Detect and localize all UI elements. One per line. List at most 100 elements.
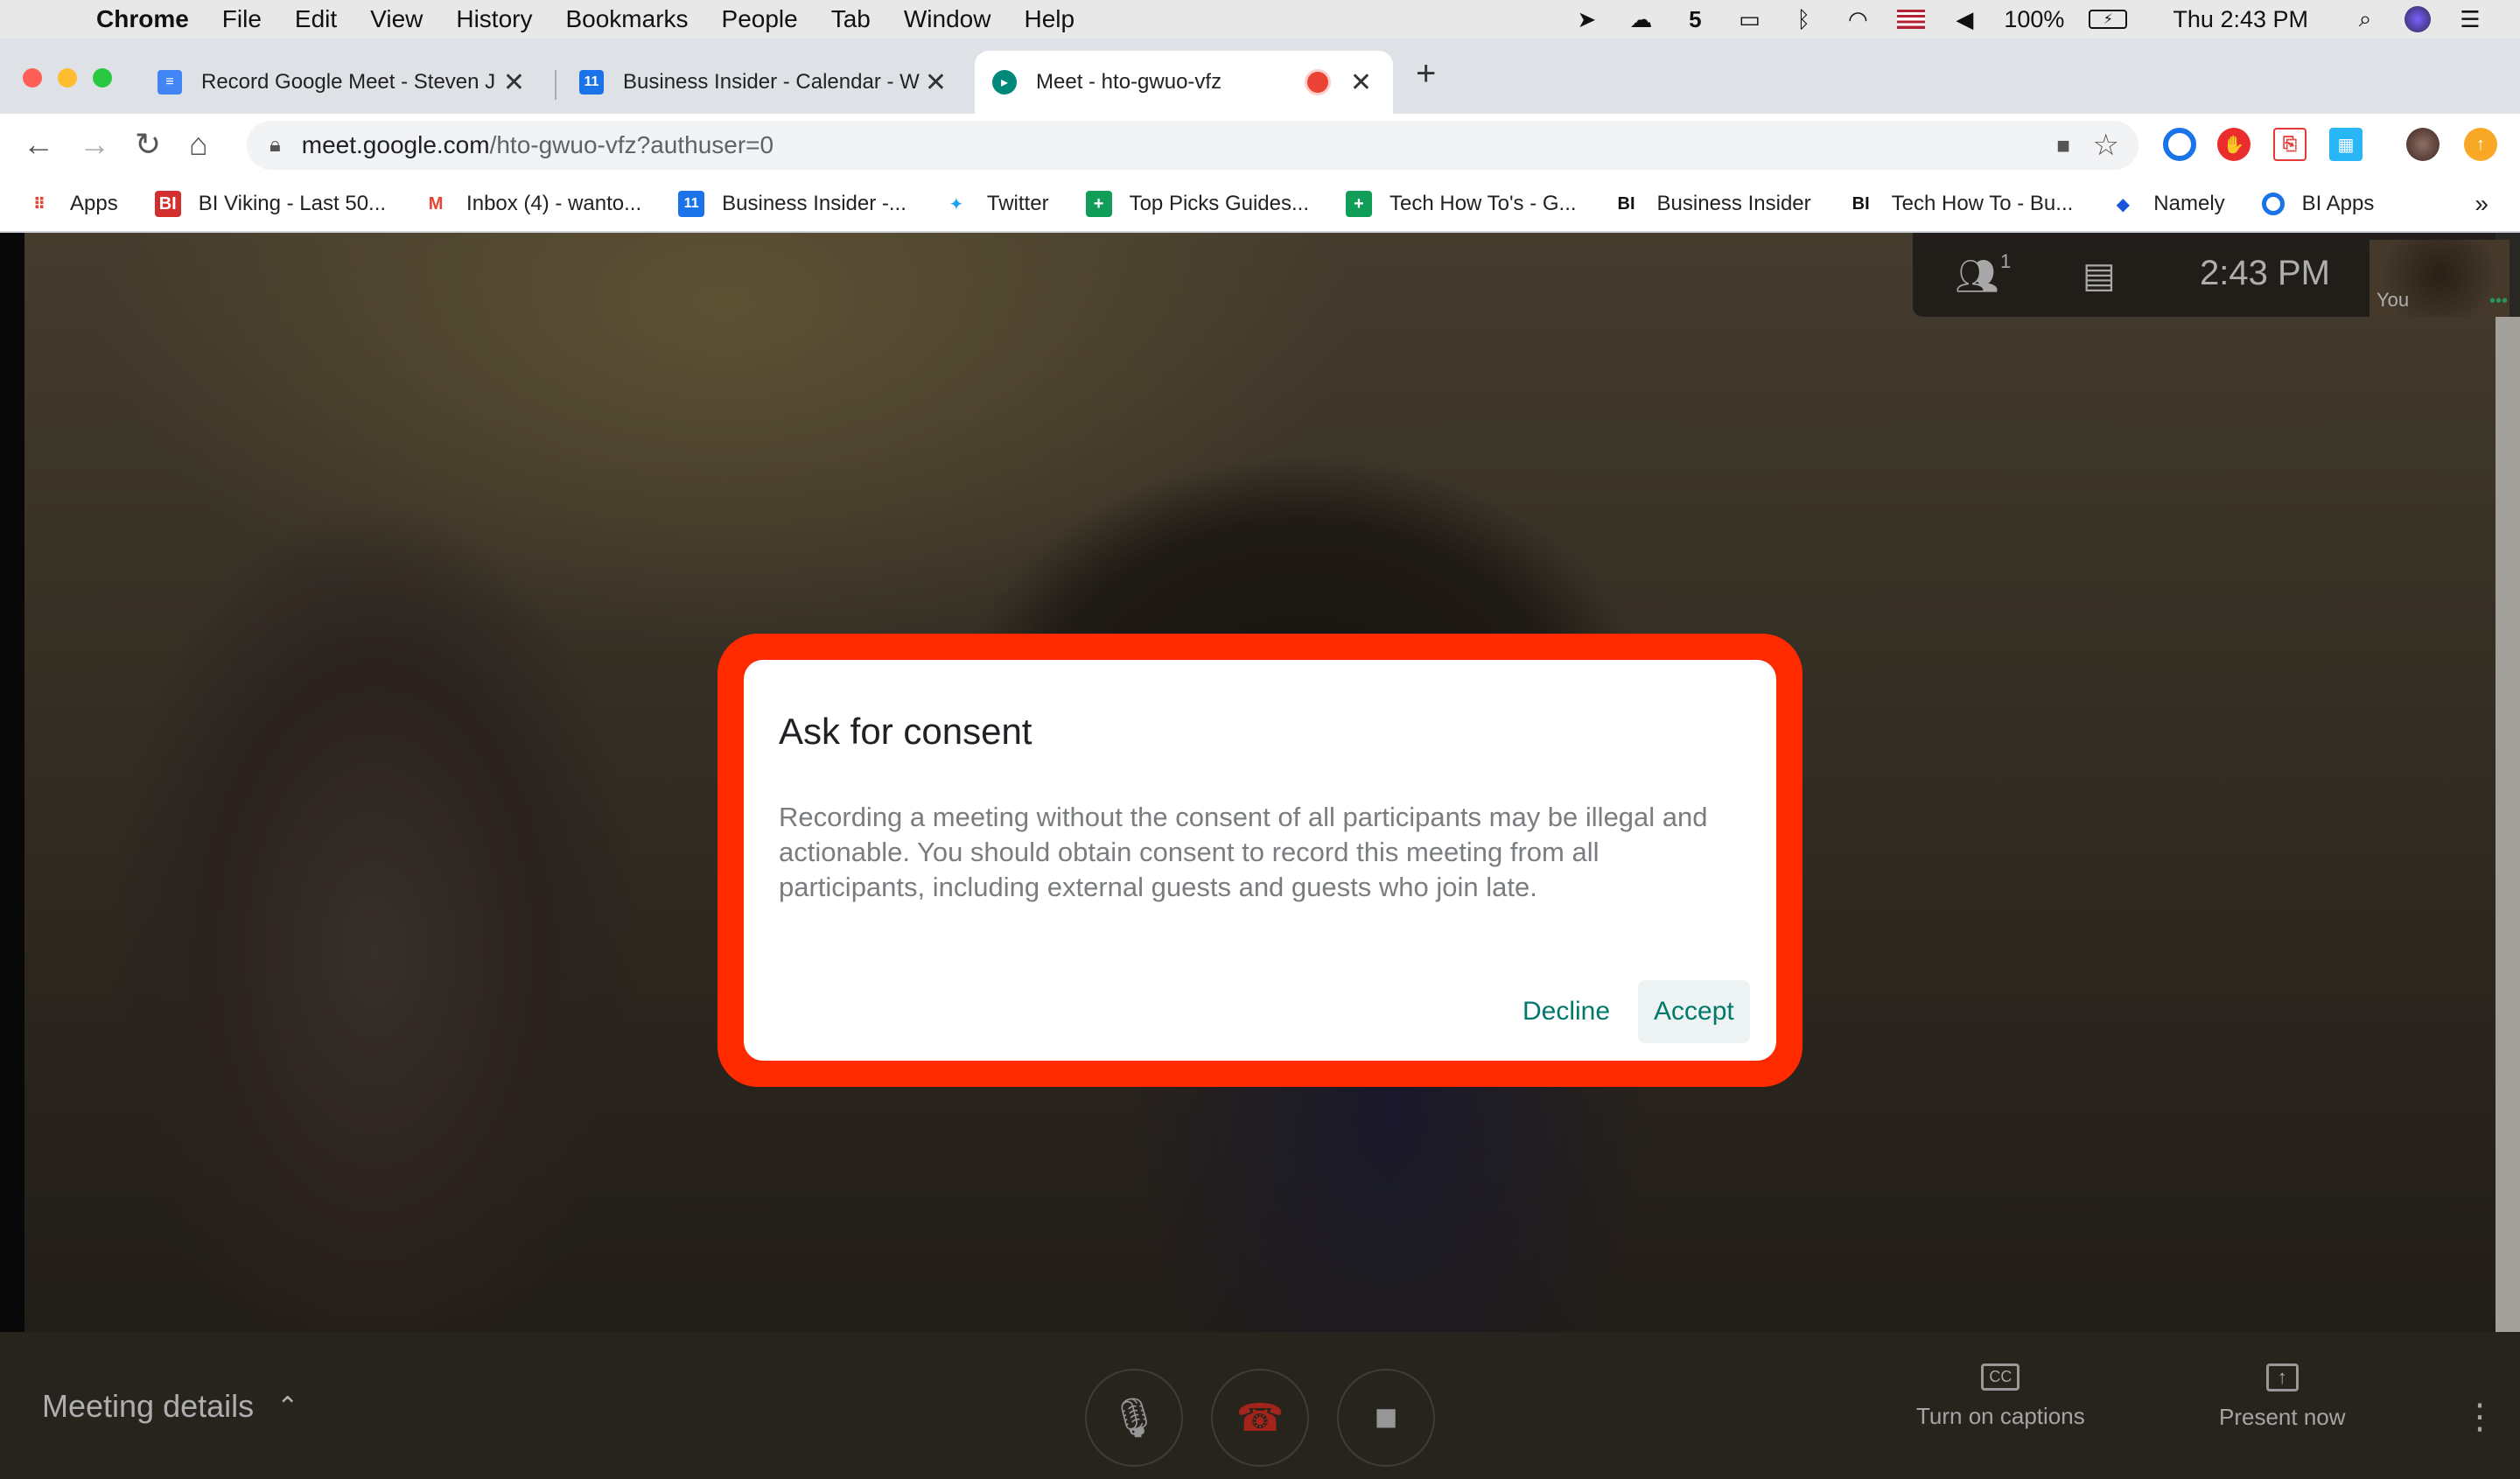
tab-separator xyxy=(555,70,556,100)
bookmark-apps[interactable]: ⠿ Apps xyxy=(26,191,118,217)
bookmark-label: Tech How To - Bu... xyxy=(1891,192,2074,215)
menu-chrome[interactable]: Chrome xyxy=(96,5,189,33)
twitter-icon: ✦ xyxy=(948,194,964,214)
siri-icon[interactable] xyxy=(2404,6,2431,32)
extension-red-shield-icon[interactable]: ✋ xyxy=(2217,128,2250,161)
bookmark-label: Business Insider xyxy=(1656,192,1811,215)
bookmark-label: Business Insider -... xyxy=(722,192,906,215)
lock-icon[interactable]: 🔒︎ xyxy=(270,133,281,158)
tab-business-insider-calendar[interactable]: 11 Business Insider - Calendar - W ✕ xyxy=(562,51,968,114)
close-window-button[interactable] xyxy=(23,68,42,88)
menu-history[interactable]: History xyxy=(456,5,532,33)
calendar-icon: 11 xyxy=(678,191,705,217)
profile-avatar[interactable] xyxy=(2406,128,2440,161)
tab-meet[interactable]: ▸ Meet - hto-gwuo-vfz ✕ xyxy=(975,51,1393,114)
minimize-window-button[interactable] xyxy=(58,68,77,88)
bi-logo-icon: BI xyxy=(1852,193,1870,214)
extension-pdf-icon[interactable]: ⎘ xyxy=(2273,128,2306,161)
recording-indicator-icon xyxy=(1307,72,1328,93)
docs-icon: ≡ xyxy=(158,70,182,95)
volume-icon[interactable]: ◀ xyxy=(1950,6,1979,32)
bookmark-top-picks[interactable]: + Top Picks Guides... xyxy=(1085,191,1309,217)
menu-view[interactable]: View xyxy=(370,5,423,33)
menubar-status-area: ➤ ☁ 5 ▭ ᛒ ◠ ◀ 100% ⚡ Thu 2:43 PM ⌕ ☰ xyxy=(1572,0,2485,39)
bookmark-label: Tech How To's - G... xyxy=(1390,192,1577,215)
home-icon[interactable]: ⌂ xyxy=(189,126,208,163)
menu-file[interactable]: File xyxy=(222,5,262,33)
battery-icon[interactable]: ⚡ xyxy=(2089,10,2128,29)
menubar-clock[interactable]: Thu 2:43 PM xyxy=(2173,6,2308,33)
spotlight-search-icon[interactable]: ⌕ xyxy=(2350,5,2380,32)
accept-button[interactable]: Accept xyxy=(1638,980,1750,1043)
zoom-window-button[interactable] xyxy=(93,68,112,88)
gmail-icon: M xyxy=(428,193,444,214)
address-bar[interactable]: 🔒︎ meet.google.com /hto-gwuo-vfz?authuse… xyxy=(247,121,2138,170)
dialog-title: Ask for consent xyxy=(779,711,1032,752)
bluetooth-icon[interactable]: ᛒ xyxy=(1788,6,1818,32)
bookmark-label: BI Apps xyxy=(2301,192,2375,215)
tab-record-google-meet[interactable]: ≡ Record Google Meet - Steven J ✕ xyxy=(140,51,546,114)
macos-menu-bar: Chrome File Edit View History Bookmarks … xyxy=(0,0,2520,39)
forward-arrow-icon[interactable]: → xyxy=(79,126,110,163)
close-icon[interactable]: ✕ xyxy=(925,67,947,98)
dialog-body: Recording a meeting without the consent … xyxy=(779,802,1708,902)
extension-window-icon[interactable]: ▦ xyxy=(2329,128,2362,161)
bookmark-tech-how-to-bi[interactable]: BI Tech How To - Bu... xyxy=(1848,191,2074,217)
screenflick-icon[interactable]: ➤ xyxy=(1572,6,1601,32)
url-path: /hto-gwuo-vfz?authuser=0 xyxy=(489,131,774,158)
bookmark-label: Namely xyxy=(2153,192,2225,215)
menu-tab[interactable]: Tab xyxy=(831,5,871,33)
close-icon[interactable]: ✕ xyxy=(503,67,525,98)
tab-title: Meet - hto-gwuo-vfz xyxy=(1036,70,1222,94)
calendar-icon: 11 xyxy=(579,70,604,95)
bookmark-bi-viking[interactable]: BI BI Viking - Last 50... xyxy=(154,191,386,217)
browser-toolbar: ← → ↻ ⌂ 🔒︎ meet.google.com /hto-gwuo-vfz… xyxy=(0,114,2520,177)
tab-title: Business Insider - Calendar - W xyxy=(623,70,920,94)
notification-center-icon[interactable]: ☰ xyxy=(2455,6,2485,32)
bookmark-bi-apps[interactable]: BI Apps xyxy=(2261,192,2375,216)
meet-icon: ▸ xyxy=(992,70,1017,95)
bookmark-tech-how-tos[interactable]: + Tech How To's - G... xyxy=(1346,191,1577,217)
airplay-icon[interactable]: ▭ xyxy=(1734,6,1764,32)
update-icon[interactable]: ↑ xyxy=(2464,128,2497,161)
sheets-icon: + xyxy=(1085,191,1112,217)
camera-permission-icon[interactable]: ■ xyxy=(2056,132,2070,159)
extension-blue-circle-icon[interactable] xyxy=(2163,128,2196,161)
decline-button[interactable]: Decline xyxy=(1507,980,1626,1043)
apps-grid-icon: ⠿ xyxy=(32,194,46,213)
bookmark-business-insider[interactable]: BI Business Insider xyxy=(1614,191,1811,217)
bookmarks-bar: ⠿ Apps BI BI Viking - Last 50... M Inbox… xyxy=(0,177,2520,233)
bookmark-label: Inbox (4) - wanto... xyxy=(466,192,642,215)
menu-window[interactable]: Window xyxy=(904,5,991,33)
bookmark-twitter[interactable]: ✦ Twitter xyxy=(943,191,1049,217)
bi-icon: BI xyxy=(154,191,181,217)
bi-apps-icon xyxy=(2261,193,2285,215)
bookmarks-overflow-chevron-icon[interactable]: » xyxy=(2474,190,2488,218)
bookmark-label: Top Picks Guides... xyxy=(1129,192,1309,215)
bookmark-business-insider-calendar[interactable]: 11 Business Insider -... xyxy=(678,191,906,217)
flag-icon[interactable] xyxy=(1897,10,1926,29)
battery-percent: 100% xyxy=(2004,5,2065,32)
tab-strip: ≡ Record Google Meet - Steven J ✕ 11 Bus… xyxy=(0,39,2520,114)
namely-icon: ◆ xyxy=(2116,194,2130,214)
consent-dialog: Ask for consent Recording a meeting with… xyxy=(744,660,1776,1061)
back-arrow-icon[interactable]: ← xyxy=(23,126,54,163)
close-icon[interactable]: ✕ xyxy=(1350,67,1372,98)
meet-call-area: 👥︎ 1 ▤ 2:43 PM You ••• Meeting details ⌃… xyxy=(0,233,2520,1479)
menu-people[interactable]: People xyxy=(722,5,798,33)
bookmark-namely[interactable]: ◆ Namely xyxy=(2110,191,2225,217)
bi-logo-icon: BI xyxy=(1617,193,1635,214)
five-icon[interactable]: 5 xyxy=(1680,6,1710,32)
menu-help[interactable]: Help xyxy=(1024,5,1074,33)
menu-edit[interactable]: Edit xyxy=(295,5,337,33)
bookmark-inbox[interactable]: M Inbox (4) - wanto... xyxy=(423,191,641,217)
cloud-icon[interactable]: ☁ xyxy=(1626,6,1656,32)
new-tab-button[interactable]: + xyxy=(1416,54,1436,94)
tab-title: Record Google Meet - Steven J xyxy=(201,70,496,94)
bookmark-star-icon[interactable]: ☆ xyxy=(2093,128,2119,163)
bookmark-label: Apps xyxy=(70,192,118,215)
wifi-icon[interactable]: ◠ xyxy=(1843,6,1872,32)
bookmark-label: Twitter xyxy=(986,192,1049,215)
reload-icon[interactable]: ↻ xyxy=(135,126,161,163)
menu-bookmarks[interactable]: Bookmarks xyxy=(565,5,688,33)
